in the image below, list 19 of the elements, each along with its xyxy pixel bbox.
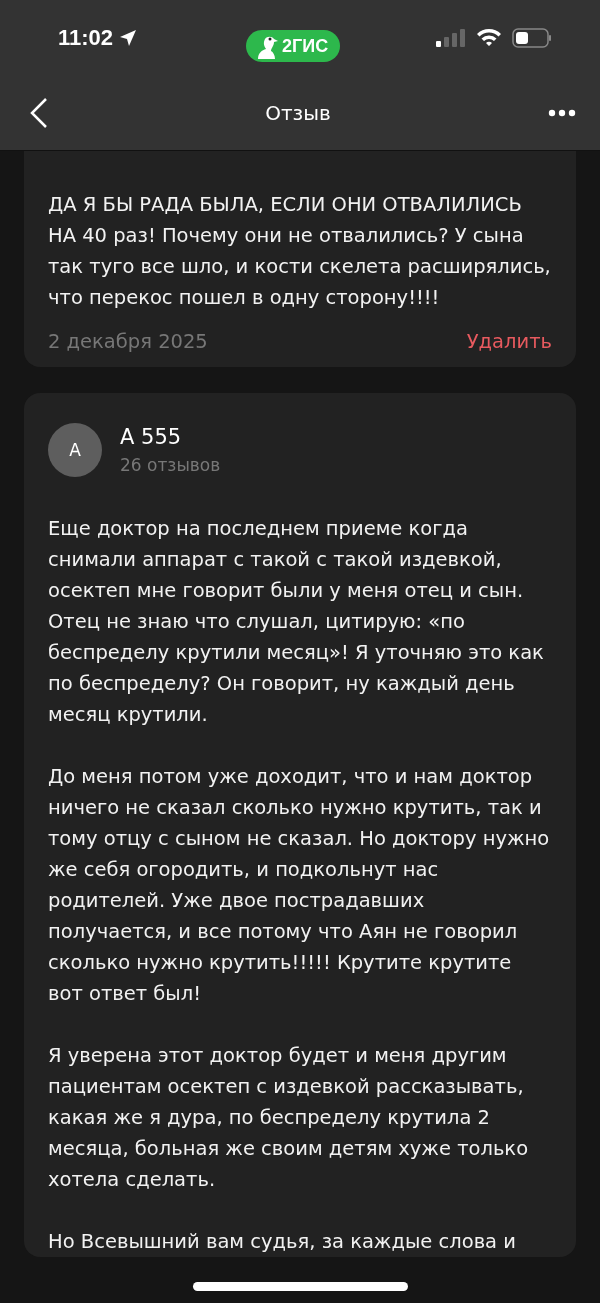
location-arrow-icon bbox=[119, 28, 138, 47]
back-button[interactable] bbox=[30, 96, 48, 129]
delete-link[interactable]: Удалить bbox=[466, 330, 552, 353]
status-time: 11:02 bbox=[58, 24, 114, 51]
review-count: 26 отзывов bbox=[120, 455, 221, 475]
review-text: Еще доктор на последнем приеме когда снимали аппарат с такой с такой издевкой, осектеп мне говорит были у меня отец и сын. Отец не знаю что слушал, цитирую: «по беспределу крутили месяц»! Я уточняю это как по беспределу? Он говорит, ну каждый день месяц крутили. bbox=[48, 516, 545, 728]
page-title: Отзыв bbox=[265, 100, 331, 125]
battery-icon bbox=[512, 27, 552, 48]
author-name: А 555 bbox=[120, 425, 183, 449]
review-text: ДА Я БЫ РАДА БЫЛА, ЕСЛИ ОНИ ОТВАЛИЛИСЬ НА 40 раз! Почему они не отвалились? У сына так туго все шло, и кости скелета расширялись, что перекос пошел в одну сторону!!!! bbox=[48, 192, 552, 311]
review-text: Но Всевышний вам судья, за каждые слова и bbox=[48, 1229, 517, 1255]
review-text: До меня потом уже доходит, что и нам доктор ничего не сказал сколько нужно крутить, так и тому отцу с сыном не сказал. Но доктору нужно же себя огородить, и подкольнут нас родителей. Уже двое пострадавших получается, и все потому что Аян не говорил сколько нужно крутить!!!!! Крутите крутите вот ответ был! bbox=[48, 764, 551, 1007]
review-text: Я уверена этот доктор будет и меня другим пациентам осектеп с издевкой рассказывать, какая же я дура, по беспределу крутила 2 месяца, больная же своим детям хуже только хотела сделать. bbox=[48, 1043, 530, 1193]
more-button[interactable] bbox=[548, 108, 576, 117]
review-date: 2 декабря 2025 bbox=[48, 330, 208, 353]
signal-icon bbox=[436, 28, 466, 47]
avatar: А bbox=[48, 423, 102, 477]
app-badge[interactable]: 2ГИС bbox=[246, 30, 341, 62]
wifi-icon bbox=[476, 28, 502, 47]
